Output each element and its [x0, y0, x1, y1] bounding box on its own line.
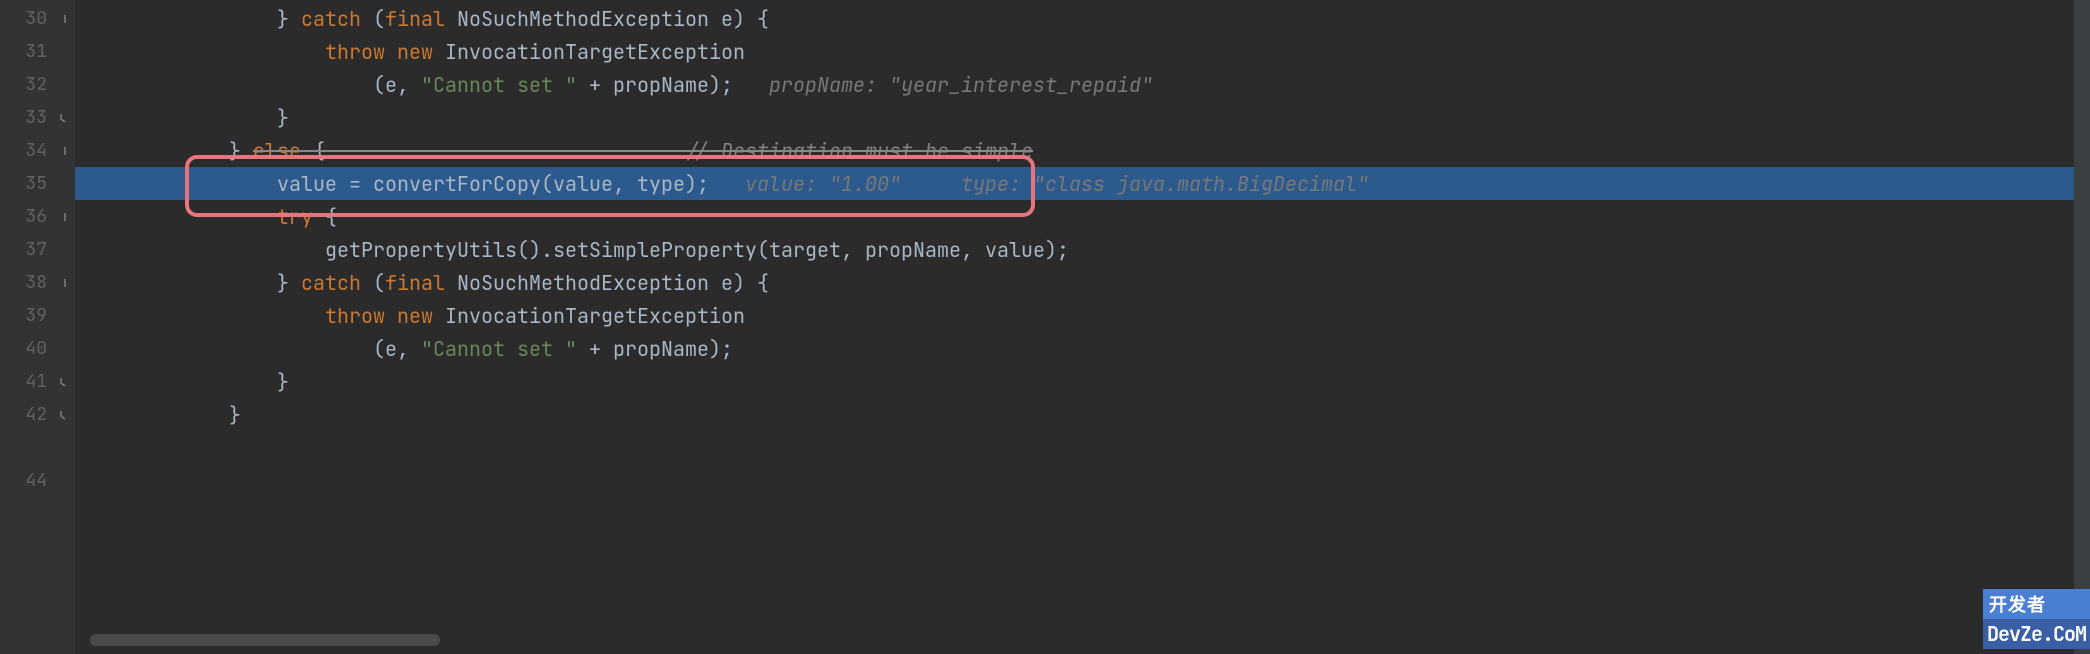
code-token: type: "class java.math.BigDecimal"	[961, 171, 1369, 197]
code-token: }	[85, 369, 289, 395]
code-token: else	[253, 138, 301, 164]
line-number[interactable]: 35	[0, 167, 75, 200]
fold-icon[interactable]	[59, 277, 71, 289]
code-line[interactable]: } catch (final NoSuchMethodException e) …	[75, 266, 2090, 299]
code-line[interactable]: getPropertyUtils().setSimpleProperty(tar…	[75, 233, 2090, 266]
code-token: InvocationTargetException	[433, 303, 745, 329]
code-token: // Destination must be simple	[685, 138, 1033, 164]
fold-icon[interactable]	[59, 409, 71, 421]
line-number[interactable]: 37	[0, 233, 75, 266]
code-line[interactable]: } else { // Destination must be simple	[75, 134, 2090, 167]
code-token: {	[313, 204, 337, 230]
fold-icon[interactable]	[59, 13, 71, 25]
line-number[interactable]: 38	[0, 266, 75, 299]
code-line[interactable]	[75, 431, 2090, 464]
code-token: }	[85, 270, 301, 296]
fold-icon[interactable]	[59, 376, 71, 388]
code-token: final	[385, 6, 445, 32]
code-token: + propName);	[577, 72, 769, 98]
code-line[interactable]: throw new InvocationTargetException	[75, 35, 2090, 68]
code-token: }	[85, 105, 289, 131]
code-line[interactable]: (e, "Cannot set " + propName);	[75, 332, 2090, 365]
code-token: try	[277, 204, 313, 230]
code-token: value = convertForCopy(value, type);	[85, 171, 745, 197]
code-token: {	[301, 138, 685, 164]
code-token: catch	[301, 270, 361, 296]
code-token	[85, 303, 325, 329]
code-token: + propName);	[577, 336, 733, 362]
code-token: (e,	[85, 336, 421, 362]
line-number[interactable]: 40	[0, 332, 75, 365]
code-editor: 3031323334353637383940414244 } catch (fi…	[0, 0, 2090, 654]
code-line[interactable]: }	[75, 101, 2090, 134]
code-token: value: "1.00"	[745, 171, 901, 197]
code-token: catch	[301, 6, 361, 32]
code-area[interactable]: } catch (final NoSuchMethodException e) …	[75, 0, 2090, 654]
code-token: propName: "year_interest_repaid"	[769, 72, 1153, 98]
code-token: NoSuchMethodException e) {	[445, 6, 769, 32]
line-number[interactable]: 36	[0, 200, 75, 233]
code-line[interactable]: value = convertForCopy(value, type); val…	[75, 167, 2090, 200]
code-token: (	[361, 270, 385, 296]
code-token: final	[385, 270, 445, 296]
code-token: (	[361, 6, 385, 32]
fold-icon[interactable]	[59, 112, 71, 124]
code-token: "Cannot set "	[421, 336, 577, 362]
code-line[interactable]: try {	[75, 200, 2090, 233]
line-number[interactable]: 31	[0, 35, 75, 68]
code-line[interactable]: } catch (final NoSuchMethodException e) …	[75, 2, 2090, 35]
code-token: NoSuchMethodException e) {	[445, 270, 769, 296]
line-number[interactable]	[0, 431, 75, 464]
code-token: }	[85, 138, 253, 164]
code-line[interactable]: (e, "Cannot set " + propName); propName:…	[75, 68, 2090, 101]
code-token: }	[85, 6, 301, 32]
devze-watermark: 开发者 DevZe.CoM	[1983, 589, 2090, 649]
line-number[interactable]: 30	[0, 2, 75, 35]
watermark-top: 开发者	[1983, 589, 2090, 619]
line-number[interactable]: 39	[0, 299, 75, 332]
code-token: throw new	[325, 39, 433, 65]
watermark-bottom: DevZe.CoM	[1983, 619, 2090, 649]
line-number[interactable]: 32	[0, 68, 75, 101]
code-line[interactable]: }	[75, 365, 2090, 398]
vertical-scrollbar-track[interactable]	[2074, 0, 2090, 654]
code-line[interactable]: }	[75, 398, 2090, 431]
fold-icon[interactable]	[59, 145, 71, 157]
code-line[interactable]	[75, 464, 2090, 497]
code-token: getPropertyUtils().setSimpleProperty(tar…	[85, 237, 1069, 263]
horizontal-scrollbar[interactable]	[90, 634, 440, 646]
code-line[interactable]: throw new InvocationTargetException	[75, 299, 2090, 332]
line-gutter: 30313233343536373839404142 44	[0, 0, 75, 654]
fold-icon[interactable]	[59, 211, 71, 223]
code-token: throw new	[325, 303, 433, 329]
code-token	[85, 39, 325, 65]
code-token: "Cannot set "	[421, 72, 577, 98]
code-token	[85, 204, 277, 230]
code-token: InvocationTargetException	[433, 39, 745, 65]
line-number[interactable]: 41	[0, 365, 75, 398]
line-number[interactable]: 44	[0, 464, 75, 497]
code-token: }	[85, 402, 241, 428]
line-number[interactable]: 33	[0, 101, 75, 134]
code-token	[901, 171, 961, 197]
line-number[interactable]: 34	[0, 134, 75, 167]
code-token: (e,	[85, 72, 421, 98]
line-number[interactable]: 42	[0, 398, 75, 431]
